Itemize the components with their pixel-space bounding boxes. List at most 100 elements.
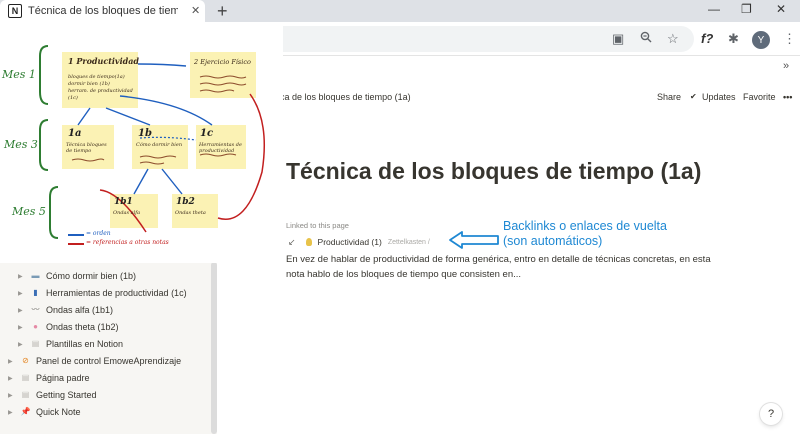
order-arrow	[161, 168, 183, 195]
annotation-line-2: (son automáticos)	[503, 234, 603, 248]
bracket-mes3	[39, 119, 49, 171]
legend-references: = referencias a otras notas	[86, 239, 169, 246]
phone-icon: ▮	[33, 288, 38, 297]
sidebar-item-label: Ondas theta (1b2)	[46, 322, 119, 332]
backlink-title[interactable]: Productividad (1)	[318, 237, 382, 247]
note-1a-title: 1a	[68, 128, 82, 139]
note-1-line: herram. de productividad (1c)	[68, 88, 133, 101]
pin-icon: 📌	[20, 407, 31, 416]
sidebar-scrollbar[interactable]	[211, 262, 217, 434]
expand-caret-icon[interactable]: ▶	[8, 409, 20, 416]
page-icon: ▤	[31, 339, 40, 348]
notion-icon: N	[8, 4, 22, 18]
order-arrow	[137, 63, 187, 67]
order-arrow	[77, 107, 91, 126]
profile-avatar[interactable]: Y	[752, 31, 770, 49]
browser-tab[interactable]: N Técnica de los bloques de tiempo (1a) …	[0, 0, 205, 22]
note-1b2-sub: Ondas theta	[175, 210, 206, 216]
expand-caret-icon[interactable]: ▶	[18, 273, 30, 280]
sidebar-item-label: Panel de control EmoweAprendizaje	[36, 356, 182, 366]
sidebar-item-label: Getting Started	[36, 390, 97, 400]
month-3-label: Mes 3	[4, 138, 38, 151]
note-1-line: bloques de tiempo(1a)	[68, 74, 125, 80]
extensions-icon[interactable]: ✱	[728, 31, 739, 47]
tab-title: Técnica de los bloques de tiempo (1a)	[28, 5, 178, 17]
note-1-line: dormir bien (1b)	[68, 81, 110, 87]
share-button[interactable]: Share	[657, 92, 681, 102]
zoom-icon[interactable]	[640, 31, 652, 47]
functions-extension-icon[interactable]: f?	[701, 31, 713, 47]
favorite-button[interactable]: Favorite	[743, 92, 776, 102]
expand-caret-icon[interactable]: ▶	[18, 341, 30, 348]
new-tab-button[interactable]: +	[217, 0, 228, 22]
note-1c-title: 1c	[200, 128, 214, 139]
page-title[interactable]: Técnica de los bloques de tiempo (1a)	[286, 156, 746, 186]
sidebar-item-label: Página padre	[36, 373, 90, 383]
sidebar-item[interactable]: ▶ ▤ Plantillas en Notion	[18, 336, 123, 352]
expand-caret-icon[interactable]: ▶	[8, 392, 20, 399]
sidebar-item[interactable]: ▶ ● Ondas theta (1b2)	[18, 319, 119, 335]
updates-button[interactable]: Updates	[702, 92, 736, 102]
brain-icon: ●	[33, 322, 38, 331]
expand-caret-icon[interactable]: ▶	[18, 290, 30, 297]
translate-icon[interactable]: ▣	[612, 31, 624, 47]
no-icon: ⊘	[22, 356, 29, 365]
bracket-mes5	[49, 186, 59, 239]
help-button[interactable]: ?	[760, 403, 782, 425]
expand-caret-icon[interactable]: ▶	[18, 324, 30, 331]
sidebar-item[interactable]: ▶ 📌 Quick Note	[8, 404, 81, 420]
sidebar-item-label: Plantillas en Notion	[46, 339, 124, 349]
month-1-label: Mes 1	[2, 68, 36, 81]
wave-icon: 〰	[31, 305, 40, 314]
order-arrow	[133, 168, 149, 195]
annotation-line-1: Backlinks o enlaces de vuelta	[503, 219, 667, 233]
note-1b-sub: Cómo dormir bien	[136, 142, 183, 148]
sidebar-item-label: Herramientas de productividad (1c)	[46, 288, 187, 298]
maximize-button[interactable]: ❐	[741, 2, 752, 16]
sidebar-item[interactable]: ▶ ▤ Página padre	[8, 370, 90, 386]
bookmarks-overflow-icon[interactable]: »	[783, 60, 789, 72]
more-options-icon[interactable]: •••	[783, 92, 792, 102]
sidebar-item[interactable]: ▶ ▤ Getting Started	[8, 387, 97, 403]
close-icon[interactable]: ✕	[191, 4, 200, 17]
backlink-path: Zettelkasten /	[387, 238, 430, 246]
address-bar[interactable]	[270, 26, 694, 52]
expand-caret-icon[interactable]: ▶	[18, 307, 30, 314]
tab-strip: N Técnica de los bloques de tiempo (1a) …	[0, 0, 800, 22]
sidebar-item-label: Quick Note	[36, 407, 81, 417]
sidebar-item[interactable]: ▶ ⊘ Panel de control EmoweAprendizaje	[8, 353, 181, 369]
legend-order: = orden	[86, 230, 111, 237]
backlink-item[interactable]: ↙ Productividad (1) Zettelkasten /	[288, 236, 430, 248]
note-1a-sub: Técnica bloques de tiempo	[66, 142, 107, 154]
note-1-lines: bloques de tiempo(1a) dormir bien (1b) h…	[68, 74, 138, 102]
sidebar-item[interactable]: ▶ ▮ Herramientas de productividad (1c)	[18, 285, 187, 301]
note-1b1-title: 1b1	[114, 197, 133, 207]
order-arrow	[105, 107, 151, 126]
callout-arrow-icon	[449, 231, 499, 249]
window-close-button[interactable]: ✕	[776, 2, 786, 16]
zettelkasten-sketch: Mes 1 Mes 3 Mes 5 1 Productividad bloque…	[0, 22, 283, 263]
bracket-mes1	[39, 45, 49, 105]
linked-to-label: Linked to this page	[286, 221, 349, 230]
note-1b2-title: 1b2	[176, 197, 195, 207]
sidebar-item[interactable]: ▶ ▬ Cómo dormir bien (1b)	[18, 268, 136, 284]
lightbulb-icon	[305, 238, 312, 246]
chrome-menu-icon[interactable]: ⋮	[783, 31, 796, 47]
minimize-button[interactable]: —	[708, 2, 720, 16]
page-icon: ▤	[21, 390, 30, 399]
expand-caret-icon[interactable]: ▶	[8, 358, 20, 365]
backlinks-annotation: Backlinks o enlaces de vuelta (son autom…	[503, 219, 703, 249]
backlink-arrow-icon: ↙	[288, 236, 296, 247]
note-1c-sub: Herramientas de productividad	[199, 142, 242, 154]
sidebar-item-label: Cómo dormir bien (1b)	[46, 271, 137, 281]
bookmark-star-icon[interactable]: ☆	[667, 31, 679, 47]
check-icon: ✔	[690, 92, 697, 101]
expand-caret-icon[interactable]: ▶	[8, 375, 20, 382]
page-icon: ▤	[21, 373, 30, 382]
note-2-title: 2 Ejercicio Físico	[194, 58, 251, 66]
sidebar-item[interactable]: ▶ 〰 Ondas alfa (1b1)	[18, 302, 113, 318]
month-5-label: Mes 5	[12, 205, 46, 218]
breadcrumb[interactable]: ca de los bloques de tiempo (1a)	[280, 92, 411, 102]
sidebar-item-label: Ondas alfa (1b1)	[46, 305, 114, 315]
page-body-text[interactable]: En vez de hablar de productividad de for…	[286, 252, 726, 282]
